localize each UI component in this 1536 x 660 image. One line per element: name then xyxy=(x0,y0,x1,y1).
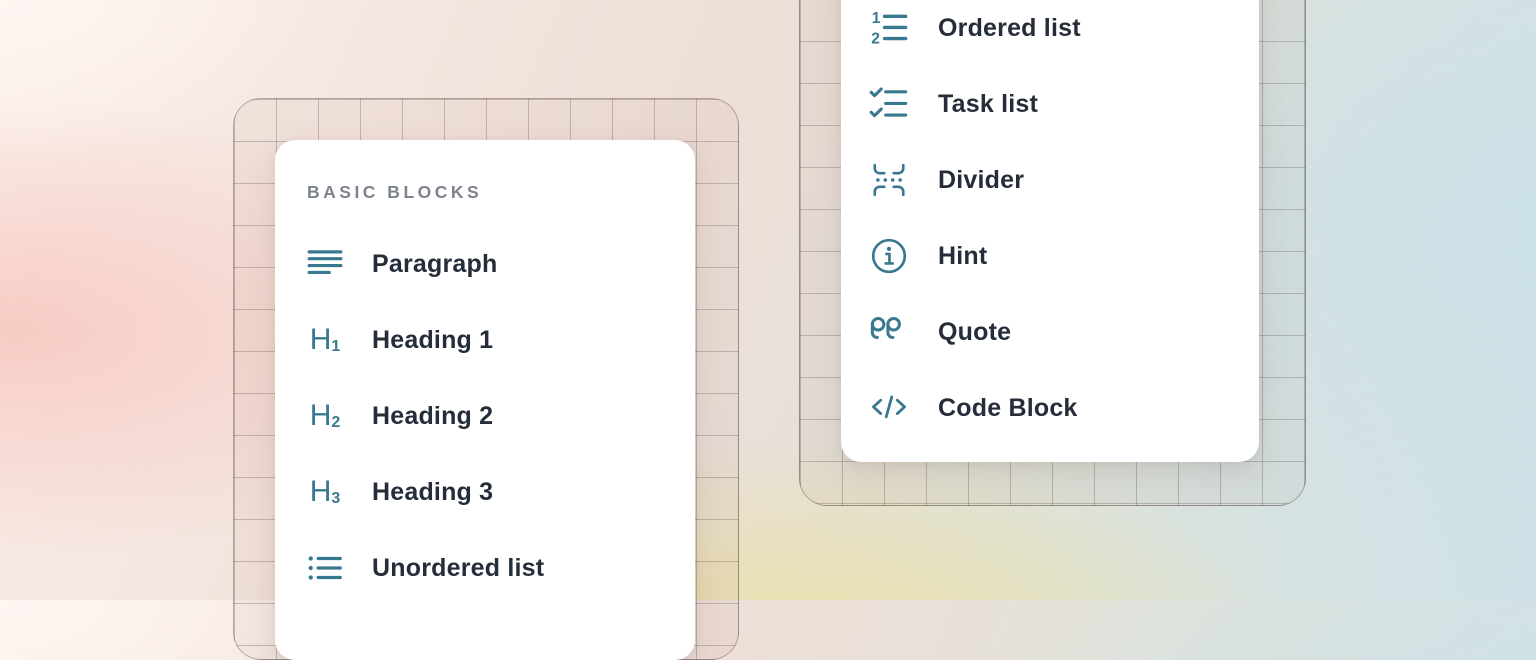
menu-item-label: Heading 2 xyxy=(372,402,493,431)
section-label-basic-blocks: BASIC BLOCKS xyxy=(307,176,695,208)
menu-item-hint[interactable]: Hint xyxy=(841,218,1259,294)
menu-item-heading-3[interactable]: H3 Heading 3 xyxy=(275,454,695,530)
paragraph-icon xyxy=(305,244,345,284)
menu-item-quote[interactable]: Quote xyxy=(841,294,1259,370)
menu-item-heading-2[interactable]: H2 Heading 2 xyxy=(275,378,695,454)
basic-blocks-list: Paragraph H1 Heading 1 H2 Heading 2 H3 H… xyxy=(275,226,695,606)
menu-item-code-block[interactable]: Code Block xyxy=(841,370,1259,446)
svg-text:1: 1 xyxy=(872,10,881,27)
svg-text:2: 2 xyxy=(871,31,880,48)
menu-item-paragraph[interactable]: Paragraph xyxy=(275,226,695,302)
menu-item-label: Heading 3 xyxy=(372,478,493,507)
hint-icon xyxy=(869,236,909,276)
menu-item-unordered-list[interactable]: Unordered list xyxy=(275,530,695,606)
menu-item-label: Unordered list xyxy=(372,554,544,583)
blocks-menu-continued: 1 2 Ordered list Task list Divider Hint xyxy=(841,0,1259,462)
ordered-list-icon: 1 2 xyxy=(869,8,909,48)
menu-item-label: Code Block xyxy=(938,394,1078,423)
divider-icon xyxy=(869,160,909,200)
menu-item-label: Divider xyxy=(938,166,1024,195)
heading1-icon: H1 xyxy=(305,320,345,360)
blocks-list-continued: 1 2 Ordered list Task list Divider Hint xyxy=(841,0,1259,446)
heading3-icon: H3 xyxy=(305,472,345,512)
menu-item-label: Task list xyxy=(938,90,1038,119)
menu-item-label: Heading 1 xyxy=(372,326,493,355)
menu-item-ordered-list[interactable]: 1 2 Ordered list xyxy=(841,0,1259,66)
menu-item-label: Hint xyxy=(938,242,987,271)
task-list-icon xyxy=(869,84,909,124)
menu-item-heading-1[interactable]: H1 Heading 1 xyxy=(275,302,695,378)
menu-item-label: Paragraph xyxy=(372,250,497,279)
menu-item-task-list[interactable]: Task list xyxy=(841,66,1259,142)
menu-item-label: Ordered list xyxy=(938,14,1081,43)
gradient-background: { "theme": { "icon_color": "#38798f", "t… xyxy=(0,0,1536,600)
unordered-list-icon xyxy=(305,548,345,588)
code-block-icon xyxy=(869,388,909,428)
heading2-icon: H2 xyxy=(305,396,345,436)
menu-item-divider[interactable]: Divider xyxy=(841,142,1259,218)
quote-icon xyxy=(869,312,909,352)
menu-item-label: Quote xyxy=(938,318,1011,347)
basic-blocks-menu: BASIC BLOCKS Paragraph H1 Heading 1 H2 H… xyxy=(275,140,695,660)
